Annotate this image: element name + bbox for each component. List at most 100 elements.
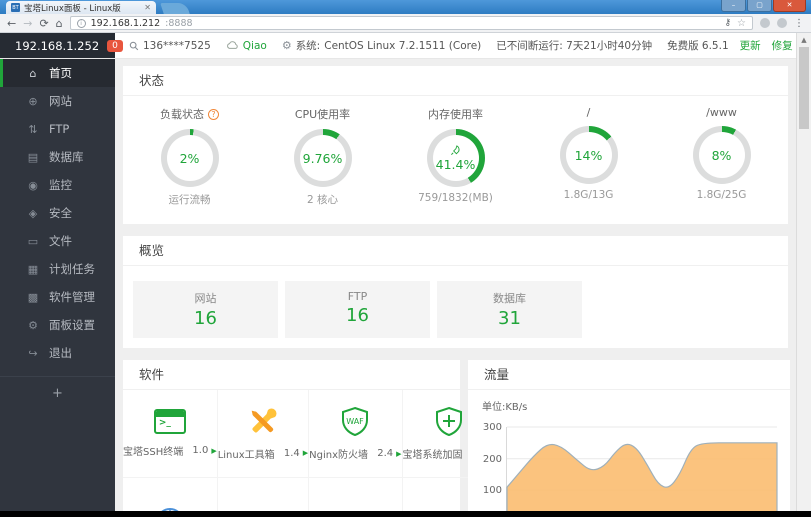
run-arrow-icon: ▶ <box>396 449 402 458</box>
load-donut: 2% <box>160 129 219 187</box>
sidebar-item-ftp[interactable]: ⇅ FTP <box>0 115 115 143</box>
sidebar-item-app-store[interactable]: ▩ 软件管理 <box>0 283 115 311</box>
address-bar[interactable]: i 192.168.1.212 :8888 ⚷ ☆ <box>69 16 753 30</box>
software-card-title: 软件 <box>123 360 460 390</box>
sidebar-item-website[interactable]: ⊕ 网站 <box>0 87 115 115</box>
ftp-icon: ⇅ <box>28 122 38 136</box>
traffic-chart-svg <box>506 426 778 511</box>
browser-menu-icon[interactable]: ⋮ <box>794 18 804 29</box>
ytick-200: 200 <box>482 454 502 465</box>
window-close-button[interactable]: ✕ <box>773 0 806 12</box>
browser-tab[interactable]: BT 宝塔Linux面板 - Linux版 ✕ <box>6 1 156 14</box>
overview-card: 概览 网站 16 FTP 16 数据库 31 <box>123 236 788 348</box>
url-host: 192.168.1.212 <box>90 17 161 29</box>
software-ssh-terminal[interactable]: >_ 宝塔SSH终端 1.0 ▶ <box>123 390 218 478</box>
back-button[interactable]: ← <box>7 18 16 29</box>
overview-box-databases[interactable]: 数据库 31 <box>437 281 582 338</box>
gauge-memory: 内存使用率 41.4% 759/1832(MB) <box>418 108 493 204</box>
sidebar-item-logout[interactable]: ↪ 退出 <box>0 339 115 367</box>
page-info-icon[interactable]: i <box>76 18 86 28</box>
contact-qq[interactable]: Qiao <box>226 40 267 52</box>
account-phone[interactable]: 136****7525 <box>129 40 211 52</box>
home-button[interactable]: ⌂ <box>56 18 63 29</box>
calendar-icon: ▦ <box>27 262 39 276</box>
scrollbar-thumb[interactable] <box>799 47 809 129</box>
help-icon[interactable]: ? <box>208 108 219 120</box>
monitor-chart-icon: ◉ <box>28 178 38 192</box>
extension-icon-2[interactable] <box>777 18 787 28</box>
run-arrow-icon: ▶ <box>211 446 217 455</box>
tab-title: 宝塔Linux面板 - Linux版 <box>24 3 121 14</box>
new-tab-button[interactable] <box>160 3 190 14</box>
software-linux-toolbox[interactable]: Linux工具箱 1.4 ▶ <box>217 390 310 478</box>
folder-icon: ▭ <box>27 234 39 248</box>
repair-link[interactable]: 修复 <box>772 38 793 53</box>
baota-favicon: BT <box>11 3 20 12</box>
reload-button[interactable]: ⟳ <box>39 18 48 29</box>
tab-close-icon[interactable]: ✕ <box>144 3 151 12</box>
software-card: 软件 >_ 宝塔SSH终端 1.0 ▶ Linux工具箱 1.4 ▶ WAF N… <box>123 360 496 511</box>
scrollbar-up-arrow[interactable]: ▲ <box>797 33 811 44</box>
overview-card-title: 概览 <box>123 236 788 266</box>
ssh-terminal-icon: >_ <box>153 409 186 434</box>
traffic-card-title: 流量 <box>468 360 790 390</box>
status-card-title: 状态 <box>123 66 788 96</box>
gauge-disk-www: /www 8% 1.8G/25G <box>655 106 788 207</box>
ytick-100: 100 <box>482 485 502 496</box>
sidebar-item-home[interactable]: ⌂ 首页 <box>0 59 115 87</box>
traffic-card: 流量 单位:KB/s 300 200 100 <box>468 360 790 511</box>
panel-version: 免费版 6.5.1 <box>667 40 729 52</box>
extension-icon-1[interactable] <box>760 18 770 28</box>
shield-icon: ◈ <box>28 206 38 220</box>
overview-box-websites[interactable]: 网站 16 <box>133 281 278 338</box>
home-icon: ⌂ <box>29 66 37 80</box>
search-icon <box>129 41 139 50</box>
sidebar-item-panel-settings[interactable]: ⚙ 面板设置 <box>0 311 115 339</box>
software-nginx-waf[interactable]: WAF Nginx防火墙 2.4 ▶ <box>309 390 403 478</box>
window-minimize-button[interactable]: – <box>721 0 746 12</box>
website-icon: ⊕ <box>28 94 38 108</box>
software-cell-partial-2[interactable] <box>218 478 310 511</box>
url-port: :8888 <box>165 17 193 29</box>
sidebar-item-database[interactable]: ▤ 数据库 <box>0 143 115 171</box>
hardening-shield-icon <box>436 406 463 437</box>
rocket-icon[interactable] <box>450 144 461 156</box>
update-link[interactable]: 更新 <box>740 38 761 53</box>
system-info: ⚙ 系统: CentOS Linux 7.2.1511 (Core) <box>281 39 482 52</box>
bookmark-star-icon[interactable]: ☆ <box>737 18 746 29</box>
panel-header: 192.168.1.252 0 136****7525 Qiao ⚙ 系统: C <box>0 33 811 59</box>
gauge-load: 负载状态 ? 2% 运行流畅 <box>123 106 256 207</box>
screen-bottom-strip <box>0 511 811 517</box>
forward-button[interactable]: → <box>23 18 32 29</box>
toolbox-icon <box>251 408 277 432</box>
window-maximize-button[interactable]: ▢ <box>747 0 772 12</box>
traffic-unit-label: 单位:KB/s <box>482 402 528 413</box>
browser-toolbar: ← → ⟳ ⌂ i 192.168.1.212 :8888 ⚷ ☆ ⋮ <box>0 14 811 33</box>
sidebar-item-security[interactable]: ◈ 安全 <box>0 199 115 227</box>
status-card: 状态 负载状态 ? 2% 运行流畅 CPU使用率 9.76% 2 核心 内存使用… <box>123 66 788 224</box>
cpu-donut: 9.76% <box>293 129 352 187</box>
gauge-cpu: CPU使用率 9.76% 2 核心 <box>293 108 352 206</box>
server-ip: 192.168.1.252 <box>15 38 100 53</box>
sidebar-add-button[interactable]: + <box>0 377 115 401</box>
traffic-chart: 300 200 100 <box>483 422 778 511</box>
gauge-disk-root: / 14% 1.8G/13G <box>522 106 655 207</box>
server-ip-block[interactable]: 192.168.1.252 0 <box>0 33 123 58</box>
svg-text:WAF: WAF <box>347 417 365 426</box>
run-arrow-icon: ▶ <box>302 449 309 457</box>
sidebar-item-cron[interactable]: ▦ 计划任务 <box>0 255 115 283</box>
cloud-icon <box>226 41 238 49</box>
sidebar-item-monitor[interactable]: ◉ 监控 <box>0 171 115 199</box>
software-cell-empty-1 <box>309 478 403 511</box>
password-key-icon[interactable]: ⚷ <box>724 18 731 28</box>
browser-titlebar: BT 宝塔Linux面板 - Linux版 ✕ – ▢ ✕ <box>0 0 811 14</box>
waf-shield-icon: WAF <box>342 406 369 437</box>
database-icon: ▤ <box>27 150 39 164</box>
overview-box-ftp[interactable]: FTP 16 <box>285 281 430 338</box>
uptime-text: 已不间断运行: 7天21小时40分钟 <box>496 40 653 52</box>
sidebar-item-files[interactable]: ▭ 文件 <box>0 227 115 255</box>
page-scrollbar[interactable]: ▲ <box>796 33 811 511</box>
software-cell-partial-1[interactable] <box>123 478 218 511</box>
settings-gear-icon: ⚙ <box>28 318 38 332</box>
disk-www-donut: 8% <box>692 126 751 184</box>
